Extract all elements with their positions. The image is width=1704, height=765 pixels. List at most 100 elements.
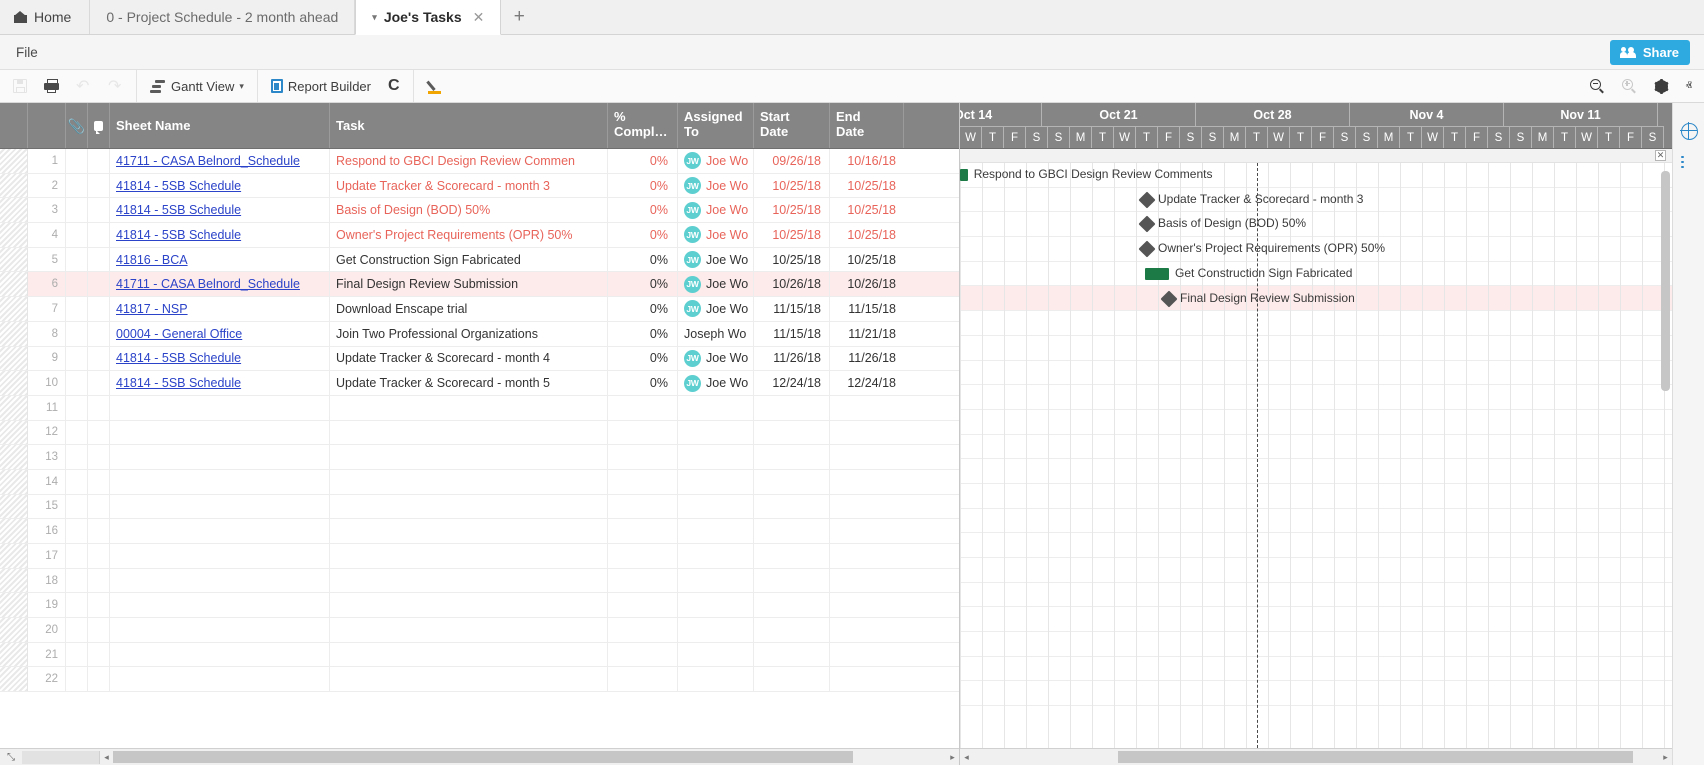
end-date-cell[interactable] (830, 593, 904, 617)
comment-cell[interactable] (88, 618, 110, 642)
task-cell[interactable] (330, 642, 608, 667)
start-date-cell[interactable] (754, 568, 830, 593)
percent-complete-cell[interactable]: 0% (608, 247, 678, 272)
gantt-scroll-thumb[interactable] (1118, 751, 1633, 763)
task-cell[interactable]: Respond to GBCI Design Review Commen (330, 149, 608, 173)
end-date-cell[interactable] (830, 544, 904, 568)
end-date-cell[interactable]: 10/25/18 (830, 174, 904, 198)
sheet-name-link[interactable]: 41814 - 5SB Schedule (116, 351, 241, 365)
gantt-row[interactable] (960, 410, 1672, 435)
percent-complete-cell[interactable] (608, 593, 678, 618)
comment-cell[interactable] (88, 519, 110, 543)
attachment-cell[interactable] (66, 544, 88, 568)
print-button[interactable] (40, 77, 63, 95)
task-cell[interactable]: Update Tracker & Scorecard - month 4 (330, 346, 608, 371)
assigned-to-cell[interactable]: JW Joe Wo (678, 198, 754, 223)
table-row[interactable]: 2 41814 - 5SB Schedule Update Tracker & Sc… (0, 173, 959, 199)
comment-cell[interactable] (88, 272, 110, 297)
attachment-cell[interactable] (66, 445, 88, 469)
attachment-cell[interactable] (66, 568, 88, 593)
sheet-name-cell[interactable] (110, 568, 330, 593)
new-tab-button[interactable]: + (501, 0, 537, 34)
sheet-name-link[interactable]: 41711 - CASA Belnord_Schedule (116, 154, 300, 168)
percent-complete-cell[interactable]: 0% (608, 346, 678, 371)
comment-icon[interactable] (88, 103, 110, 148)
assigned-to-cell[interactable]: JW Joe Wo (678, 247, 754, 272)
globe-icon[interactable] (1673, 115, 1704, 147)
start-date-cell[interactable] (754, 618, 830, 642)
percent-complete-cell[interactable] (608, 420, 678, 445)
start-date-cell[interactable]: 10/25/18 (754, 247, 830, 272)
end-date-cell[interactable]: 10/16/18 (830, 149, 904, 173)
redo-button[interactable]: ↷ (104, 78, 127, 95)
gantt-row[interactable] (960, 657, 1672, 682)
gantt-row[interactable] (960, 583, 1672, 608)
table-row[interactable]: 11 (0, 395, 959, 421)
table-row[interactable]: 8 00004 - General Office Join Two Professi… (0, 321, 959, 347)
percent-complete-cell[interactable]: 0% (608, 223, 678, 247)
gantt-bar[interactable] (1144, 267, 1169, 280)
start-date-cell[interactable] (754, 667, 830, 692)
sheet-name-cell[interactable] (110, 667, 330, 692)
percent-complete-cell[interactable] (608, 519, 678, 543)
end-date-cell[interactable] (830, 643, 904, 667)
assigned-to-cell[interactable] (678, 593, 754, 618)
comment-cell[interactable] (88, 346, 110, 371)
table-row[interactable]: 7 41817 - NSP Download Enscape trial 0% JW Jo… (0, 297, 959, 322)
percent-complete-cell[interactable] (608, 395, 678, 420)
attachment-icon[interactable]: 📎 (66, 103, 88, 148)
end-date-cell[interactable]: 12/24/18 (830, 371, 904, 395)
attachment-cell[interactable] (66, 519, 88, 543)
attachment-cell[interactable] (66, 618, 88, 642)
gantt-scroll-right-arrow[interactable]: ▸ (1659, 752, 1672, 763)
table-row[interactable]: 1 41711 - CASA Belnord_Schedule Respond to… (0, 149, 959, 174)
assigned-to-cell[interactable]: JW Joe Wo (678, 371, 754, 395)
task-cell[interactable]: Update Tracker & Scorecard - month 3 (330, 173, 608, 198)
assigned-to-cell[interactable]: JW Joe Wo (678, 297, 754, 321)
tab-home[interactable]: Home (0, 0, 91, 34)
start-date-cell[interactable]: 12/24/18 (754, 371, 830, 395)
task-cell[interactable] (330, 494, 608, 519)
sheet-name-cell[interactable] (110, 618, 330, 642)
percent-complete-cell[interactable] (608, 568, 678, 593)
assigned-to-cell[interactable]: JW Joe Wo (678, 346, 754, 371)
gantt-row[interactable] (960, 212, 1672, 238)
task-cell[interactable]: Basis of Design (BOD) 50% (330, 198, 608, 223)
percent-complete-cell[interactable] (608, 667, 678, 692)
gantt-row[interactable] (960, 681, 1672, 707)
sheet-name-link[interactable]: 41814 - 5SB Schedule (116, 376, 241, 390)
comment-cell[interactable] (88, 173, 110, 198)
task-cell[interactable] (330, 618, 608, 642)
comment-cell[interactable] (88, 667, 110, 692)
sheet-name-cell[interactable]: 41711 - CASA Belnord_Schedule (110, 272, 330, 297)
sheet-name-cell[interactable]: 41817 - NSP (110, 297, 330, 321)
sheet-name-cell[interactable] (110, 519, 330, 543)
task-cell[interactable] (330, 469, 608, 494)
percent-complete-cell[interactable]: 0% (608, 198, 678, 223)
sheet-name-cell[interactable]: 41814 - 5SB Schedule (110, 371, 330, 395)
comment-cell[interactable] (88, 247, 110, 272)
sheet-name-cell[interactable] (110, 445, 330, 469)
sheet-name-link[interactable]: 41814 - 5SB Schedule (116, 203, 241, 217)
assigned-to-cell[interactable] (678, 618, 754, 642)
end-date-cell[interactable] (830, 569, 904, 593)
task-cell[interactable]: Final Design Review Submission (330, 272, 608, 297)
gantt-row[interactable] (960, 484, 1672, 509)
gantt-horizontal-scrollbar[interactable]: ◂ ▸ (960, 750, 1672, 764)
comment-cell[interactable] (88, 297, 110, 321)
table-row[interactable]: 13 (0, 445, 959, 470)
gantt-row[interactable] (960, 558, 1672, 583)
start-date-cell[interactable] (754, 469, 830, 494)
table-row[interactable]: 9 41814 - 5SB Schedule Update Tracker & Sc… (0, 346, 959, 372)
tab-project-schedule[interactable]: 0 - Project Schedule - 2 month ahead (90, 0, 356, 34)
end-date-cell[interactable]: 11/15/18 (830, 297, 904, 321)
gantt-scroll-track[interactable] (973, 751, 1659, 763)
table-row[interactable]: 12 (0, 420, 959, 446)
comment-cell[interactable] (88, 198, 110, 223)
table-row[interactable]: 15 (0, 494, 959, 520)
assigned-to-cell[interactable]: Joseph Wo (678, 321, 754, 346)
start-date-cell[interactable] (754, 420, 830, 445)
attachment-cell[interactable] (66, 593, 88, 618)
start-date-cell[interactable] (754, 593, 830, 618)
table-row[interactable]: 18 (0, 568, 959, 594)
